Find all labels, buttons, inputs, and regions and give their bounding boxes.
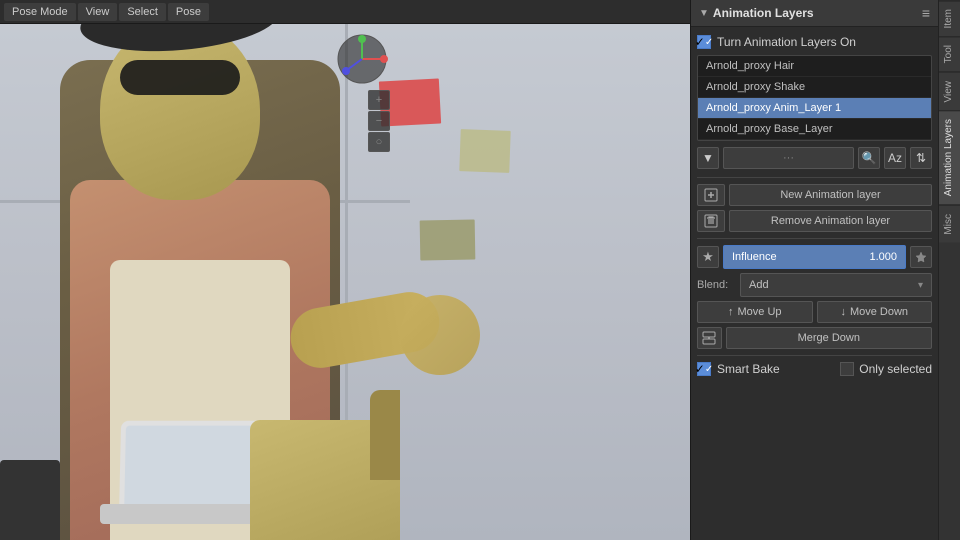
influence-star-btn[interactable]: ★ bbox=[697, 246, 719, 268]
influence-pin-btn[interactable] bbox=[910, 246, 932, 268]
tab-item[interactable]: Item bbox=[939, 0, 960, 36]
only-selected-label: Only selected bbox=[859, 362, 932, 376]
panel-menu-icon[interactable]: ≡ bbox=[922, 5, 930, 21]
move-row: ↑ Move Up ↓ Move Down bbox=[697, 301, 932, 323]
top-toolbar: Pose Mode View Select Pose bbox=[0, 0, 690, 24]
filter-bar[interactable]: ··· bbox=[723, 147, 854, 169]
filter-dots: ··· bbox=[783, 152, 794, 164]
tab-misc[interactable]: Misc bbox=[939, 205, 960, 243]
panel-body: ✓ Turn Animation Layers On Arnold_proxy … bbox=[691, 27, 938, 540]
pose-mode-button[interactable]: Pose Mode bbox=[4, 3, 76, 21]
move-up-btn[interactable]: ↑ Move Up bbox=[697, 301, 813, 323]
animation-layers-panel: ▼ Animation Layers ≡ ✓ Turn Animation La… bbox=[691, 0, 938, 540]
influence-row: ★ Influence 1.000 bbox=[697, 245, 932, 269]
turn-on-label: Turn Animation Layers On bbox=[717, 35, 856, 49]
overlay-btn[interactable]: ○ bbox=[368, 132, 390, 152]
panel-title-text: Animation Layers bbox=[713, 6, 814, 20]
sticky-note-olive bbox=[420, 220, 476, 261]
merge-row: Merge Down bbox=[697, 327, 932, 349]
layer-item-1[interactable]: Arnold_proxy Shake bbox=[698, 77, 931, 98]
remove-layer-row: Remove Animation layer bbox=[697, 210, 932, 232]
panel-collapse-arrow[interactable]: ▼ bbox=[699, 8, 709, 19]
move-up-arrow-icon: ↑ bbox=[728, 306, 734, 318]
viewport-overlay-buttons: + − ○ bbox=[368, 90, 390, 152]
star-icon: ★ bbox=[702, 249, 714, 265]
influence-value: 1.000 bbox=[869, 251, 897, 263]
3d-viewport[interactable]: Pose Mode View Select Pose + − ○ bbox=[0, 0, 690, 540]
move-down-arrow-icon: ↓ bbox=[840, 306, 846, 318]
layer-item-0[interactable]: Arnold_proxy Hair bbox=[698, 56, 931, 77]
remove-animation-layer-btn[interactable]: Remove Animation layer bbox=[729, 210, 932, 232]
blend-value: Add bbox=[749, 279, 769, 291]
move-down-btn[interactable]: ↓ Move Down bbox=[817, 301, 933, 323]
search-btn[interactable]: 🔍 bbox=[858, 147, 880, 169]
side-tabs: Item Tool View Animation Layers Misc bbox=[938, 0, 960, 540]
blend-dropdown-arrow: ▾ bbox=[918, 280, 923, 291]
blend-select[interactable]: Add ▾ bbox=[740, 273, 932, 297]
new-animation-layer-btn[interactable]: New Animation layer bbox=[729, 184, 932, 206]
only-selected-container: Only selected bbox=[840, 362, 932, 376]
checkmark-icon: ✓ bbox=[695, 35, 705, 49]
only-selected-checkbox[interactable] bbox=[840, 362, 854, 376]
tab-tool[interactable]: Tool bbox=[939, 36, 960, 71]
move-down-label: Move Down bbox=[850, 306, 908, 318]
tab-view[interactable]: View bbox=[939, 72, 960, 111]
sofa-armrest bbox=[370, 390, 400, 480]
az-sort-btn[interactable]: Az bbox=[884, 147, 906, 169]
collapse-arrow-btn[interactable]: ▼ bbox=[697, 147, 719, 169]
character-goggles bbox=[120, 60, 240, 95]
pose-menu-button[interactable]: Pose bbox=[168, 3, 209, 21]
divider-1 bbox=[697, 177, 932, 178]
smart-bake-checkbox[interactable]: ✓ bbox=[697, 362, 711, 376]
influence-label: Influence bbox=[732, 251, 777, 263]
influence-field[interactable]: Influence 1.000 bbox=[723, 245, 906, 269]
remove-layer-icon-btn[interactable] bbox=[697, 210, 725, 232]
move-up-label: Move Up bbox=[737, 306, 781, 318]
smart-bake-checkmark: ✓ bbox=[695, 362, 705, 376]
sticky-note-yellow bbox=[459, 129, 510, 173]
divider-3 bbox=[697, 355, 932, 356]
panel-header: ▼ Animation Layers ≡ bbox=[691, 0, 938, 27]
layer-item-3[interactable]: Arnold_proxy Base_Layer bbox=[698, 119, 931, 140]
divider-2 bbox=[697, 238, 932, 239]
blend-row: Blend: Add ▾ bbox=[697, 273, 932, 297]
turn-on-row: ✓ Turn Animation Layers On bbox=[697, 33, 932, 51]
panel-title-container: ▼ Animation Layers bbox=[699, 6, 814, 20]
sort-order-btn[interactable]: ⇅ bbox=[910, 147, 932, 169]
character-hand bbox=[400, 295, 480, 375]
tab-animation-layers[interactable]: Animation Layers bbox=[939, 110, 960, 204]
select-menu-button[interactable]: Select bbox=[119, 3, 166, 21]
smart-bake-row: ✓ Smart Bake Only selected bbox=[697, 362, 932, 376]
new-layer-row: New Animation layer bbox=[697, 184, 932, 206]
blend-label: Blend: bbox=[697, 279, 732, 291]
turn-on-checkbox[interactable]: ✓ bbox=[697, 35, 711, 49]
right-panel: ▼ Animation Layers ≡ ✓ Turn Animation La… bbox=[690, 0, 960, 540]
merge-down-btn[interactable]: Merge Down bbox=[726, 327, 932, 349]
new-layer-icon-btn[interactable] bbox=[697, 184, 725, 206]
zoom-in-btn[interactable]: + bbox=[368, 90, 390, 110]
smart-bake-label: Smart Bake bbox=[717, 362, 780, 376]
trash-bin bbox=[0, 460, 60, 540]
layer-list: Arnold_proxy Hair Arnold_proxy Shake Arn… bbox=[697, 55, 932, 141]
filter-row: ▼ ··· 🔍 Az ⇅ bbox=[697, 145, 932, 171]
navigation-widget[interactable] bbox=[335, 32, 390, 90]
merge-icon-btn[interactable] bbox=[697, 327, 722, 349]
view-menu-button[interactable]: View bbox=[78, 3, 118, 21]
character-head bbox=[100, 20, 260, 200]
layer-item-2[interactable]: Arnold_proxy Anim_Layer 1 bbox=[698, 98, 931, 119]
zoom-out-btn[interactable]: − bbox=[368, 111, 390, 131]
